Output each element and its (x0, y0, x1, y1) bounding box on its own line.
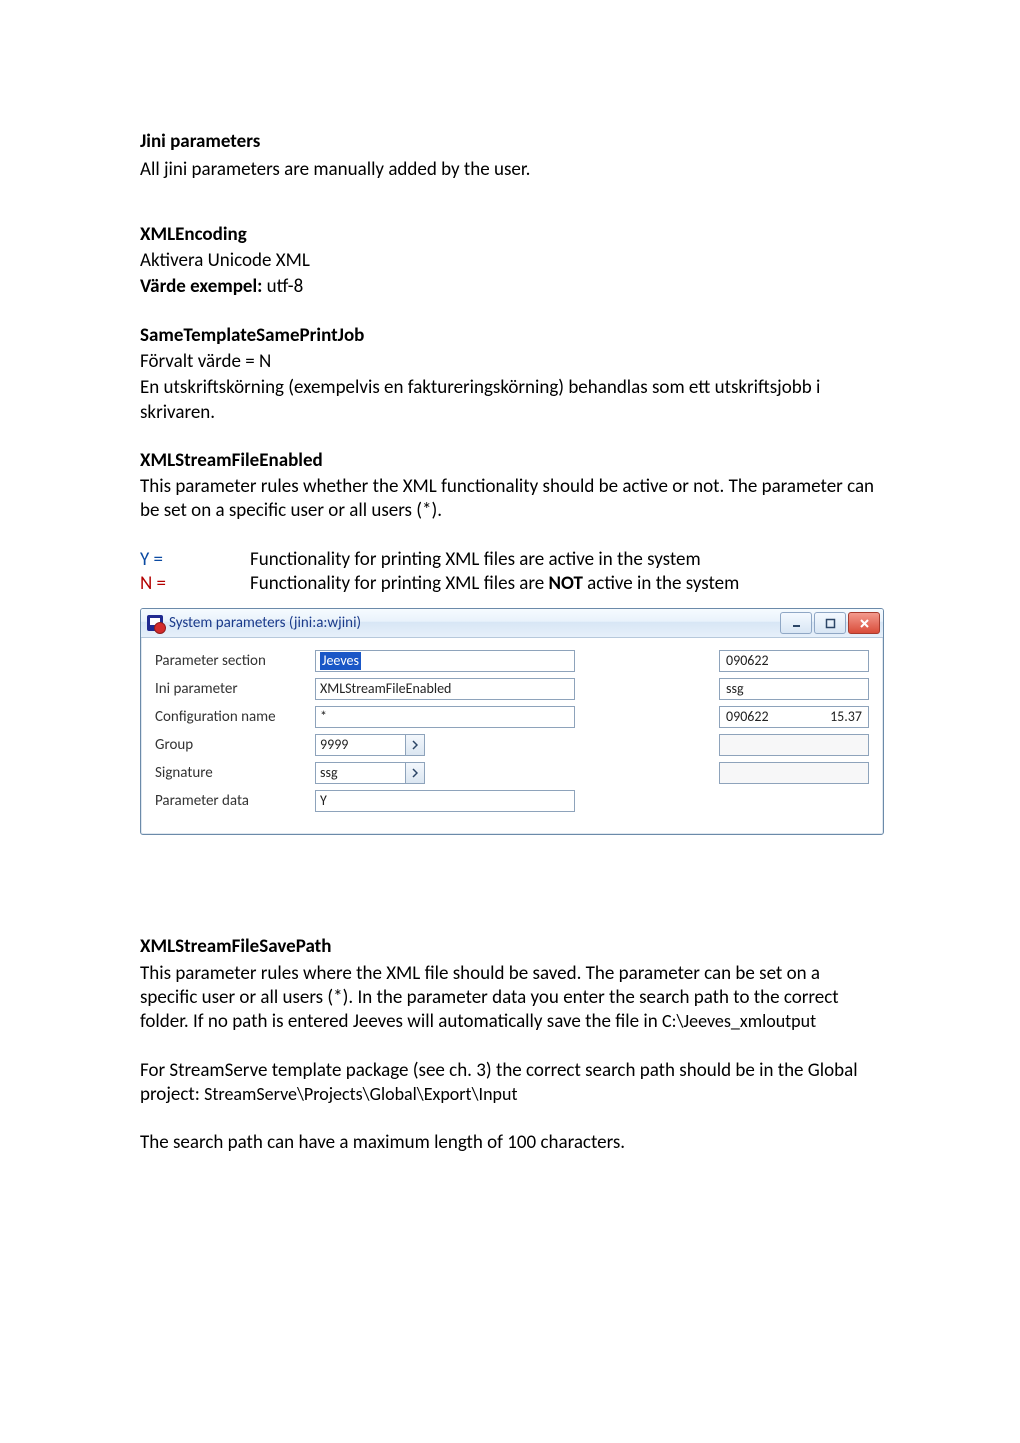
value-configuration-name: * (320, 708, 327, 726)
window-title: System parameters (jini:a:wjini) (169, 614, 361, 633)
val-n-bold: NOT (549, 572, 583, 595)
aux-value-3-left: 090622 (720, 707, 823, 727)
aux-value-1: 090622 (726, 652, 769, 670)
input-ini-parameter[interactable]: XMLStreamFileEnabled (315, 678, 575, 700)
value-ini-parameter: XMLStreamFileEnabled (320, 680, 451, 698)
combo-button-group[interactable] (405, 734, 425, 756)
input-parameter-section[interactable]: Jeeves (315, 650, 575, 672)
value-signature: ssg (320, 764, 338, 782)
heading-xmlstream-savepath: XMLStreamFileSavePath (140, 935, 880, 959)
label-group: Group (155, 736, 315, 755)
val-y: Functionality for printing XML files are… (250, 548, 880, 572)
p2-mono: StreamServe\Projects\Global\Export\Input (204, 1083, 517, 1105)
text-xmlstream-savepath-p3: The search path can have a maximum lengt… (140, 1131, 880, 1155)
row-group: Group 9999 (155, 732, 869, 758)
window-body: Parameter section Jeeves 090622 Ini para… (141, 638, 883, 834)
row-signature: Signature ssg (155, 760, 869, 786)
chevron-right-icon (412, 740, 418, 750)
aux-field-2[interactable]: ssg (719, 678, 869, 700)
aux-value-3-right: 15.37 (824, 707, 868, 727)
text-xmlstream-enabled-para: This parameter rules whether the XML fun… (140, 475, 880, 524)
chevron-right-icon (412, 768, 418, 778)
label-signature: Signature (155, 764, 315, 783)
document-page: Jini parameters All jini parameters are … (0, 0, 1020, 1443)
window-buttons (780, 612, 883, 634)
row-parameter-section: Parameter section Jeeves 090622 (155, 648, 869, 674)
row-configuration-name: Configuration name * 090622 15.37 (155, 704, 869, 730)
label-configuration-name: Configuration name (155, 708, 315, 727)
value-xmlencoding: utf-8 (262, 275, 303, 298)
label-parameter-data: Parameter data (155, 792, 315, 811)
text-sametemplate-line1: Förvalt värde = N (140, 350, 880, 374)
window-app-icon (147, 615, 163, 631)
val-n: Functionality for printing XML files are… (250, 572, 880, 596)
input-parameter-data[interactable]: Y (315, 790, 575, 812)
label-ini-parameter: Ini parameter (155, 680, 315, 699)
input-group[interactable]: 9999 (315, 734, 405, 756)
value-parameter-section: Jeeves (320, 652, 361, 670)
input-signature[interactable]: ssg (315, 762, 405, 784)
row-y: Y = Functionality for printing XML files… (140, 548, 880, 572)
text-xmlencoding-value: Värde exempel: utf-8 (140, 275, 880, 299)
minimize-button[interactable] (780, 612, 812, 634)
aux-field-4[interactable] (719, 734, 869, 756)
label-varde-exempel: Värde exempel: (140, 275, 262, 298)
label-parameter-section: Parameter section (155, 652, 315, 671)
p1-mono: C:\Jeeves_xmloutput (662, 1010, 816, 1032)
heading-jini-parameters: Jini parameters (140, 130, 880, 154)
maximize-button[interactable] (814, 612, 846, 634)
combo-button-signature[interactable] (405, 762, 425, 784)
key-n: N = (140, 572, 250, 596)
text-sametemplate-line2: En utskriftskörning (exempelvis en faktu… (140, 376, 880, 425)
combo-group[interactable]: 9999 (315, 734, 425, 756)
text-jini-intro: All jini parameters are manually added b… (140, 158, 880, 182)
aux-value-2: ssg (726, 680, 744, 698)
heading-sametemplate: SameTemplateSamePrintJob (140, 324, 880, 348)
close-button[interactable] (848, 612, 880, 634)
system-parameters-window: System parameters (jini:a:wjini) Paramet… (140, 608, 884, 835)
input-configuration-name[interactable]: * (315, 706, 575, 728)
row-n: N = Functionality for printing XML files… (140, 572, 880, 596)
value-parameter-data: Y (320, 792, 327, 810)
row-parameter-data: Parameter data Y (155, 788, 869, 814)
aux-field-5[interactable] (719, 762, 869, 784)
value-group: 9999 (320, 736, 348, 754)
val-n-pre: Functionality for printing XML files are (250, 572, 549, 595)
text-xmlstream-savepath-p2: For StreamServe template package (see ch… (140, 1059, 880, 1108)
text-xmlstream-savepath-p1: This parameter rules where the XML file … (140, 962, 880, 1035)
heading-xmlstream-enabled: XMLStreamFileEnabled (140, 449, 880, 473)
key-y: Y = (140, 548, 250, 572)
val-n-post: active in the system (583, 572, 739, 595)
text-xmlencoding-line1: Aktivera Unicode XML (140, 249, 880, 273)
window-titlebar[interactable]: System parameters (jini:a:wjini) (141, 609, 883, 638)
aux-field-1[interactable]: 090622 (719, 650, 869, 672)
heading-xmlencoding: XMLEncoding (140, 223, 880, 247)
aux-field-3[interactable]: 090622 15.37 (719, 706, 869, 728)
row-ini-parameter: Ini parameter XMLStreamFileEnabled ssg (155, 676, 869, 702)
combo-signature[interactable]: ssg (315, 762, 425, 784)
